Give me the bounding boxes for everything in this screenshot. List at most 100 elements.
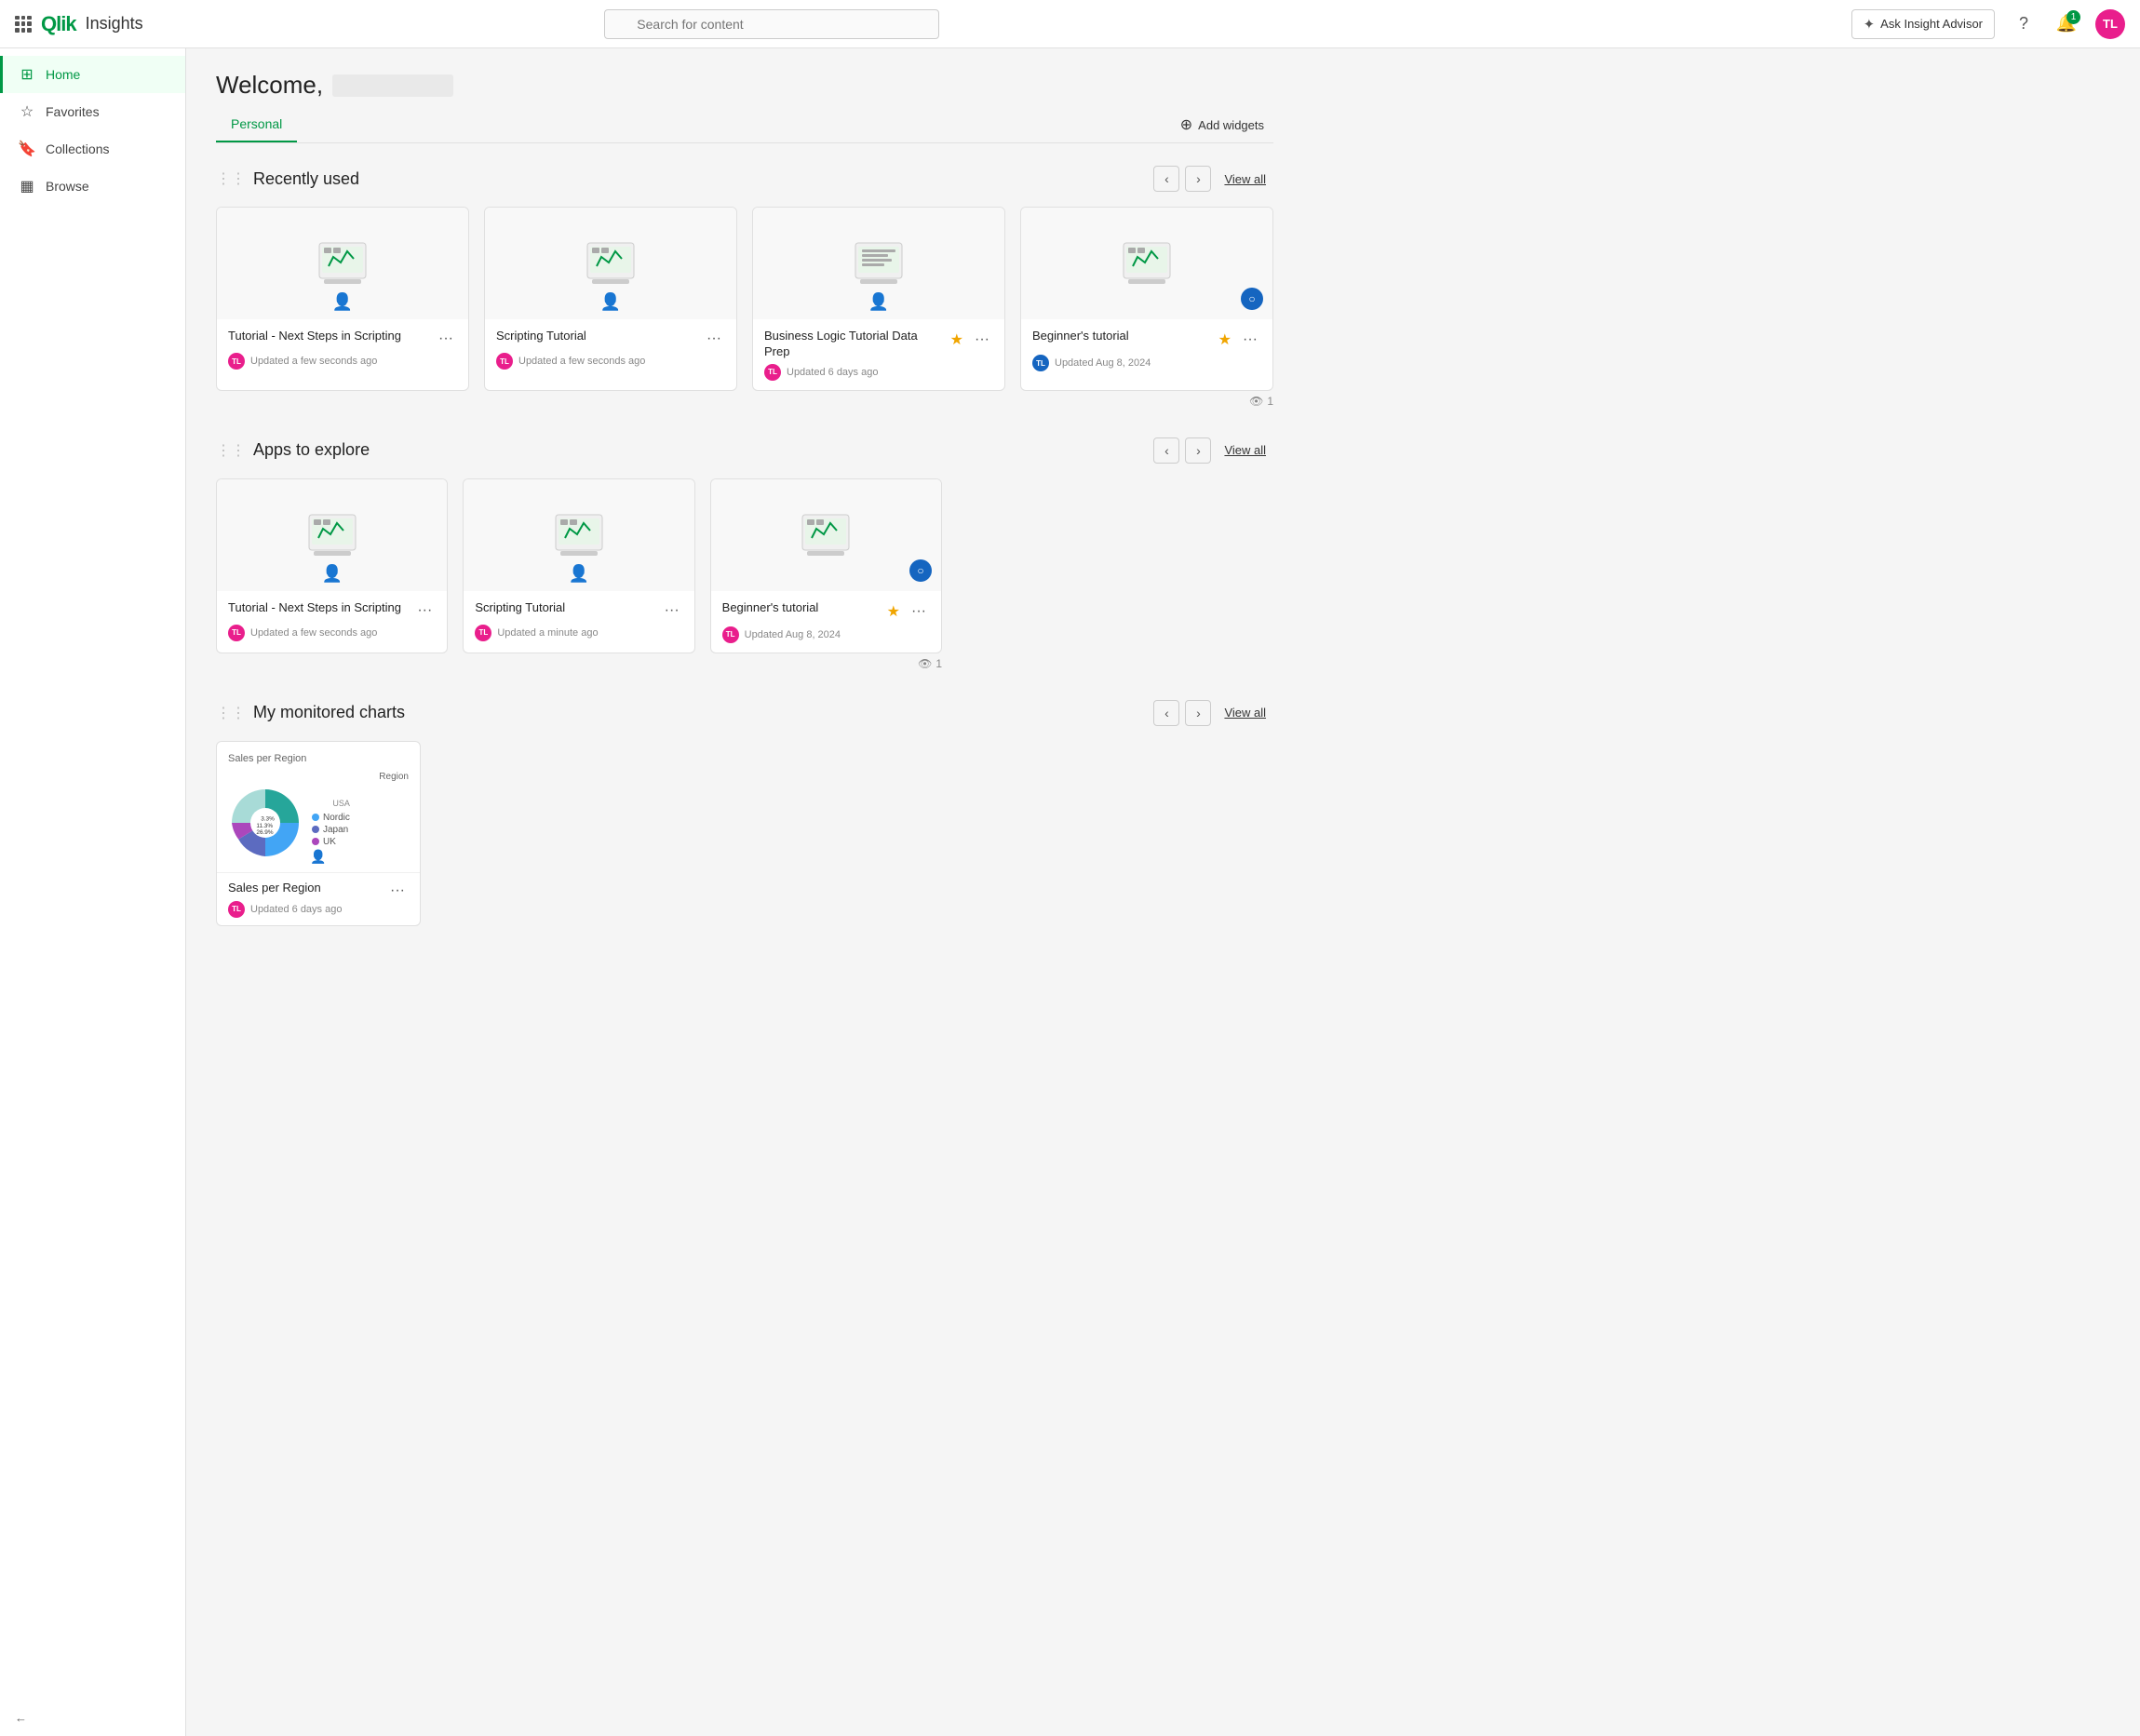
collapse-icon: ←	[15, 1711, 27, 1725]
top-bar-right: ✦ Ask Insight Advisor ? 🔔 1 TL	[1851, 9, 2125, 39]
blue-badge: ○	[1241, 288, 1263, 310]
more-options-button[interactable]: ···	[1239, 330, 1261, 350]
app-card-3[interactable]: ○ Beginner's tutorial ★ ···	[710, 478, 942, 653]
star-button[interactable]: ★	[1215, 329, 1235, 351]
card-preview: ○	[1021, 208, 1272, 319]
app-icon	[851, 240, 907, 287]
drag-handle-icon[interactable]: ⋮⋮	[216, 704, 246, 722]
card-title-row: Business Logic Tutorial Data Prep ★ ···	[764, 329, 993, 360]
tab-personal[interactable]: Personal	[216, 107, 297, 142]
more-options-button[interactable]: ···	[413, 600, 436, 621]
sidebar-item-browse[interactable]: ▦ Browse	[0, 168, 185, 205]
browse-icon: ▦	[18, 177, 36, 195]
card-title: Scripting Tutorial	[496, 329, 703, 344]
card-title: Tutorial - Next Steps in Scripting	[228, 329, 435, 344]
user-icon: 👤	[332, 292, 353, 312]
card-updated: Updated a few seconds ago	[250, 627, 377, 639]
add-widgets-button[interactable]: ⊕ Add widgets	[1171, 110, 1273, 140]
top-bar: Qlik Insights ⚲ ✦ Ask Insight Advisor ? …	[0, 0, 2140, 48]
card-footer: Tutorial - Next Steps in Scripting ··· T…	[217, 591, 447, 651]
app-card-2[interactable]: 👤 Scripting Tutorial ···	[463, 478, 694, 653]
svg-text:26.9%: 26.9%	[256, 829, 273, 836]
next-arrow-charts[interactable]: ›	[1185, 700, 1211, 726]
prev-arrow-apps[interactable]: ‹	[1153, 437, 1179, 464]
more-options-button[interactable]: ···	[971, 330, 993, 350]
card-actions: ★ ···	[947, 329, 993, 351]
app-icon	[798, 512, 854, 558]
help-button[interactable]: ?	[2010, 10, 2038, 38]
card-meta: TL Updated a few seconds ago	[496, 353, 725, 370]
view-all-recently-used[interactable]: View all	[1217, 172, 1273, 186]
card-footer: Business Logic Tutorial Data Prep ★ ··· …	[753, 319, 1004, 390]
star-button[interactable]: ★	[947, 329, 967, 351]
recently-used-section: ⋮⋮ Recently used ‹ › View all	[216, 166, 1273, 408]
avatar[interactable]: TL	[2095, 9, 2125, 39]
recently-used-card-2[interactable]: 👤 Scripting Tutorial ···	[484, 207, 737, 391]
card-actions: ···	[661, 600, 683, 621]
uk-dot	[312, 838, 319, 845]
card-footer: Beginner's tutorial ★ ··· TL Updated Aug…	[711, 591, 941, 653]
recently-used-card-1[interactable]: 👤 Tutorial - Next Steps in Scripting ···	[216, 207, 469, 391]
star-button[interactable]: ★	[883, 600, 904, 623]
collapse-button[interactable]: ←	[15, 1711, 170, 1725]
app-card-1[interactable]: 👤 Tutorial - Next Steps in Scripting ···	[216, 478, 448, 653]
app-icon	[304, 512, 360, 558]
card-updated: Updated Aug 8, 2024	[745, 629, 841, 640]
user-icon: 👤	[310, 849, 326, 865]
chart-card-1[interactable]: Sales per Region Region	[216, 741, 421, 926]
search-input[interactable]	[604, 9, 939, 39]
recently-used-title: Recently used	[253, 169, 359, 189]
views-count-apps: 👁 1	[216, 657, 942, 670]
next-arrow-recently-used[interactable]: ›	[1185, 166, 1211, 192]
sidebar-item-home[interactable]: ⊞ Home	[0, 56, 185, 93]
card-avatar: TL	[496, 353, 513, 370]
card-avatar: TL	[1032, 355, 1049, 371]
section-header-recently-used: ⋮⋮ Recently used ‹ › View all	[216, 166, 1273, 192]
section-nav-recently-used: ‹ › View all	[1153, 166, 1273, 192]
next-arrow-apps[interactable]: ›	[1185, 437, 1211, 464]
sidebar-item-collections[interactable]: 🔖 Collections	[0, 130, 185, 168]
apps-to-explore-section: ⋮⋮ Apps to explore ‹ › View all	[216, 437, 1273, 670]
recently-used-card-3[interactable]: 👤 Business Logic Tutorial Data Prep ★ ··…	[752, 207, 1005, 391]
ask-advisor-button[interactable]: ✦ Ask Insight Advisor	[1851, 9, 1995, 39]
pie-legend: USA Nordic Japan	[312, 799, 350, 847]
more-options-button[interactable]: ···	[908, 601, 930, 622]
card-actions: ★ ···	[883, 600, 930, 623]
card-actions: ★ ···	[1215, 329, 1261, 351]
drag-handle-icon[interactable]: ⋮⋮	[216, 169, 246, 188]
card-meta: TL Updated Aug 8, 2024	[722, 626, 930, 643]
more-options-button[interactable]: ···	[661, 600, 683, 621]
card-meta: TL Updated a few seconds ago	[228, 625, 436, 641]
chart-title: Sales per Region	[228, 881, 386, 896]
view-all-apps[interactable]: View all	[1217, 443, 1273, 457]
japan-label: Japan	[323, 825, 348, 835]
badge-icon: ○	[917, 564, 923, 577]
notifications-button[interactable]: 🔔 1	[2053, 10, 2080, 38]
sidebar-item-favorites[interactable]: ☆ Favorites	[0, 93, 185, 130]
card-preview: 👤	[217, 208, 468, 319]
legend-japan: Japan	[312, 825, 350, 835]
welcome-greeting: Welcome,	[216, 71, 323, 100]
card-title-row: Tutorial - Next Steps in Scripting ···	[228, 329, 457, 349]
sidebar: ⊞ Home ☆ Favorites 🔖 Collections ▦ Brows…	[0, 48, 186, 1736]
view-all-charts[interactable]: View all	[1217, 706, 1273, 720]
sidebar-item-label: Collections	[46, 141, 109, 156]
more-options-button[interactable]: ···	[703, 329, 725, 349]
recently-used-card-4[interactable]: ○ Beginner's tutorial ★ ···	[1020, 207, 1273, 391]
card-preview: 👤	[753, 208, 1004, 319]
card-avatar: TL	[475, 625, 491, 641]
more-options-button[interactable]: ···	[435, 329, 457, 349]
card-title-row: Beginner's tutorial ★ ···	[1032, 329, 1261, 351]
legend-uk: UK	[312, 837, 350, 847]
prev-arrow-charts[interactable]: ‹	[1153, 700, 1179, 726]
card-preview: 👤	[464, 479, 693, 591]
card-updated: Updated a few seconds ago	[250, 356, 377, 367]
ask-advisor-label: Ask Insight Advisor	[1880, 17, 1983, 31]
prev-arrow-recently-used[interactable]: ‹	[1153, 166, 1179, 192]
card-avatar: TL	[722, 626, 739, 643]
more-options-chart-button[interactable]: ···	[386, 881, 409, 901]
plus-icon: ⊕	[1180, 115, 1192, 134]
grid-menu-icon[interactable]	[15, 16, 32, 33]
drag-handle-icon[interactable]: ⋮⋮	[216, 441, 246, 460]
blue-badge: ○	[909, 559, 932, 582]
